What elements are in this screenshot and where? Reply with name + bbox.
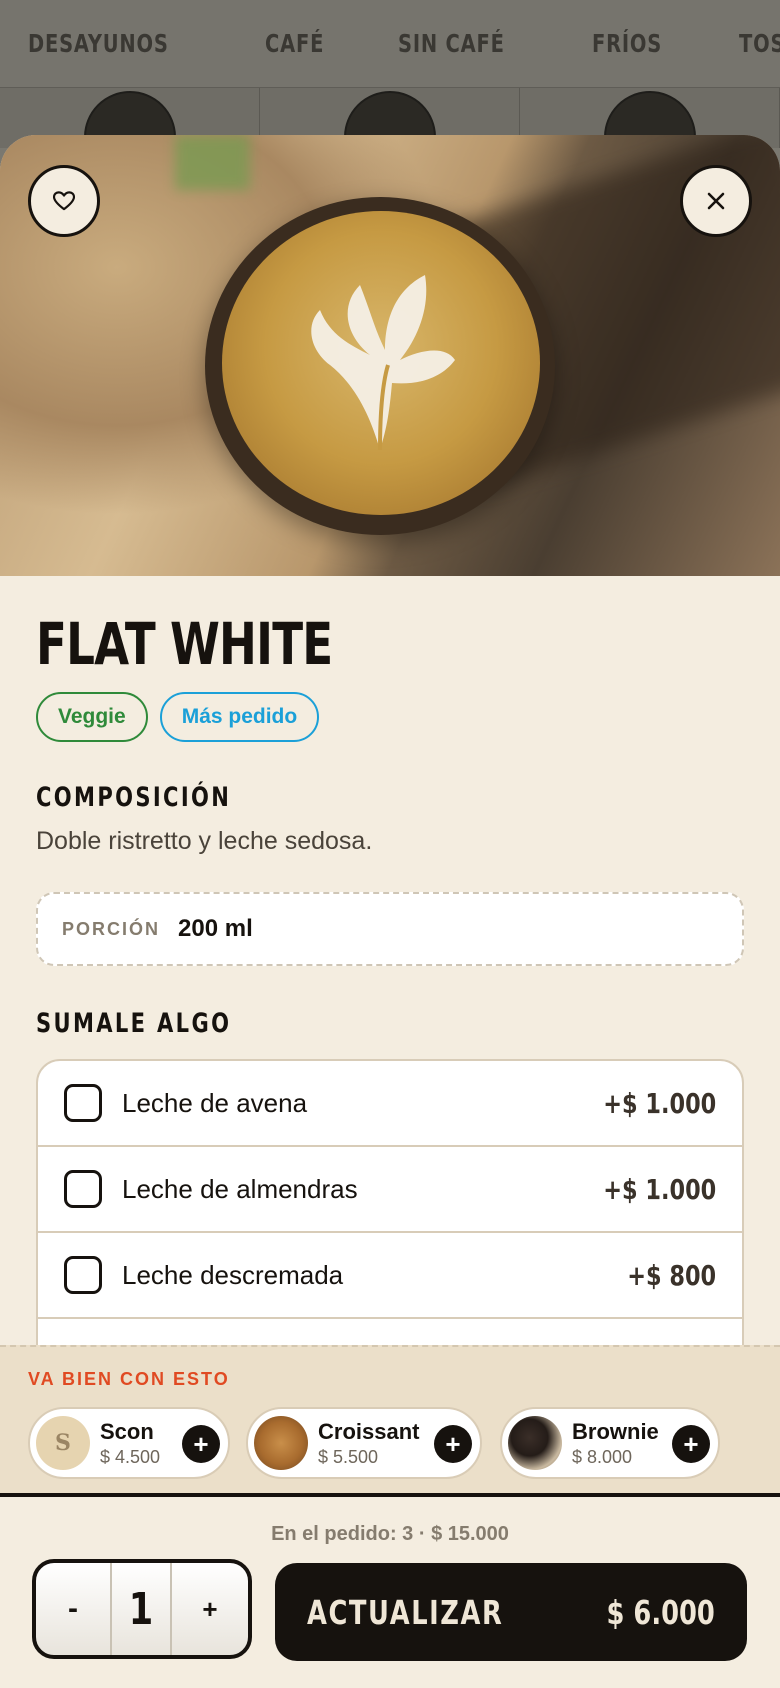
cta-price: $ 6.000	[606, 1592, 715, 1632]
extra-checkbox[interactable]	[64, 1256, 102, 1294]
pairing-name: Croissant	[318, 1418, 420, 1444]
extra-price: +$ 1.000	[602, 1172, 716, 1206]
heart-icon	[53, 191, 75, 211]
product-description: Doble ristretto y leche sedosa.	[36, 827, 373, 855]
cta-label: ACTUALIZAR	[307, 1592, 504, 1632]
extra-price: +$ 800	[627, 1258, 716, 1292]
category-tab-cafe[interactable]: CAFÉ	[265, 29, 324, 58]
extra-checkbox[interactable]	[64, 1170, 102, 1208]
plus-icon[interactable]: +	[434, 1425, 472, 1463]
category-tab-sin-cafe[interactable]: SIN CAFÉ	[398, 29, 505, 58]
category-tab-desayunos[interactable]: DESAYUNOS	[28, 29, 169, 58]
pairing-bar: VA BIEN CON ESTO S Scon $ 4.500 + Croiss…	[0, 1345, 780, 1497]
latte-art	[311, 275, 455, 451]
increase-button[interactable]: +	[170, 1563, 248, 1655]
decrease-button[interactable]: -	[36, 1563, 112, 1655]
plus-icon[interactable]: +	[672, 1425, 710, 1463]
extra-name: Leche de avena	[122, 1087, 308, 1118]
extra-price: +$ 1.000	[602, 1086, 716, 1120]
composition-heading: COMPOSICIÓN	[36, 782, 232, 813]
pairing-price: $ 8.000	[572, 1446, 633, 1467]
pairing-card-scon[interactable]: S Scon $ 4.500 +	[28, 1407, 230, 1479]
close-button[interactable]	[680, 165, 752, 237]
extra-name: Leche descremada	[122, 1259, 344, 1290]
portion-box: PORCIÓN 200 ml	[36, 892, 744, 966]
quantity-value: 1	[128, 1583, 154, 1635]
category-tab-tostadas[interactable]: TOSTADAS Y SÁNDU	[739, 29, 780, 58]
pairing-name: Scon	[100, 1418, 154, 1444]
favorite-button[interactable]	[28, 165, 100, 237]
tag-veggie: Veggie	[36, 692, 148, 742]
pairing-heading: VA BIEN CON ESTO	[28, 1369, 230, 1389]
extras-heading: SUMALE ALGO	[36, 1008, 232, 1039]
portion-value: 200 ml	[178, 915, 253, 942]
pairing-name: Brownie	[572, 1418, 659, 1444]
order-summary: En el pedido: 3 · $ 15.000	[271, 1523, 509, 1545]
category-tab-frios[interactable]: FRÍOS	[592, 29, 662, 58]
product-title: FLAT WHITE	[36, 610, 333, 678]
pairing-price: $ 5.500	[318, 1446, 379, 1467]
portion-label: PORCIÓN	[62, 918, 161, 939]
tag-most-ordered: Más pedido	[159, 692, 320, 742]
plus-icon[interactable]: +	[182, 1425, 220, 1463]
extra-option[interactable]: Leche descremada +$ 800	[38, 1233, 742, 1319]
extra-option[interactable]: Leche de almendras +$ 1.000	[38, 1147, 742, 1233]
extra-checkbox[interactable]	[64, 1084, 102, 1122]
product-photo	[0, 135, 780, 576]
croissant-thumbnail	[254, 1416, 308, 1470]
quantity-stepper: - 1 +	[32, 1559, 252, 1659]
extra-option[interactable]: Leche de avena +$ 1.000	[38, 1061, 742, 1147]
pairing-card-brownie[interactable]: Brownie $ 8.000 +	[500, 1407, 720, 1479]
pairing-price: $ 4.500	[100, 1446, 161, 1467]
brownie-thumbnail	[508, 1416, 562, 1470]
close-icon	[707, 192, 725, 210]
scon-thumbnail: S	[36, 1416, 90, 1470]
pairing-card-croissant[interactable]: Croissant $ 5.500 +	[246, 1407, 482, 1479]
update-order-button[interactable]: ACTUALIZAR $ 6.000	[275, 1563, 747, 1661]
extra-name: Leche de almendras	[122, 1173, 358, 1204]
order-footer: En el pedido: 3 · $ 15.000 - 1 + ACTUALI…	[0, 1497, 780, 1688]
category-nav: DESAYUNOS CAFÉ SIN CAFÉ FRÍOS TOSTADAS Y…	[0, 0, 780, 88]
